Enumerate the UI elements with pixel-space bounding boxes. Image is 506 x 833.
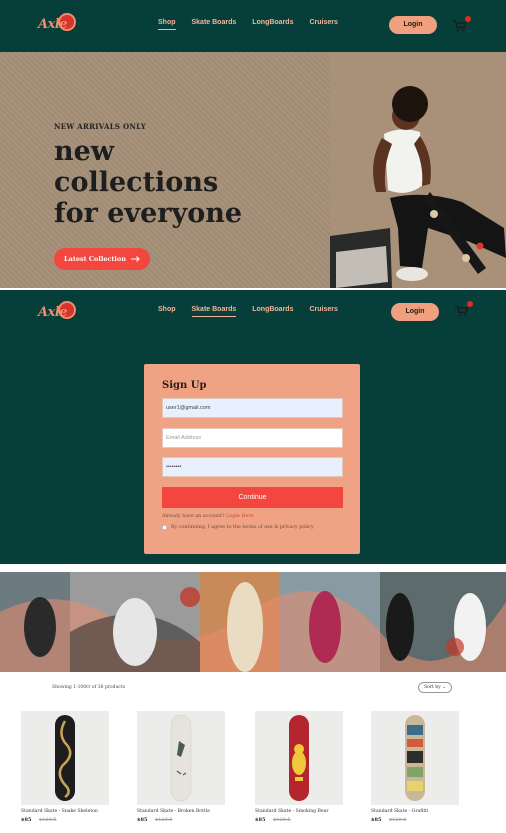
product-card[interactable]: Standard Skate - Snake Skeleton $85 $120…	[21, 711, 109, 823]
brand-logo[interactable]: Axle	[36, 12, 76, 36]
product-name[interactable]: Standard Skate - Broken Bottle	[137, 809, 225, 814]
hero-headline-line: for everyone	[54, 198, 243, 229]
sort-by-button[interactable]: Sort by ⌄	[418, 682, 452, 693]
product-image[interactable]	[137, 711, 225, 805]
email-placeholder: Email Address	[166, 435, 202, 441]
latest-collection-button[interactable]: Latest Collection	[54, 248, 150, 270]
product-prices: $85 $120.5	[21, 817, 109, 823]
product-image[interactable]	[371, 711, 459, 805]
product-card[interactable]: Standard Skate - Smoking Bear $85 $120.5	[255, 711, 343, 823]
account-prompt-text: Already have an account?	[162, 514, 225, 519]
product-old-price: $120.5	[155, 817, 173, 823]
product-name[interactable]: Standard Skate - Smoking Bear	[255, 809, 343, 814]
hero-banner: NEW ARRIVALS ONLY new collections for ev…	[0, 52, 506, 288]
nav-links: Shop Skate Boards LongBoards Cruisers	[158, 306, 338, 317]
product-card[interactable]: Standard Skate - Grafitti $85 $120.5	[371, 711, 459, 823]
product-price: $85	[371, 817, 382, 823]
logo-text: Axle	[38, 305, 68, 320]
username-email-field[interactable]: user1@gmail.com	[162, 398, 343, 418]
login-button[interactable]: Login	[391, 303, 439, 321]
login-button[interactable]: Login	[389, 16, 437, 34]
terms-row: By continuing, I agree to the terms of u…	[162, 525, 314, 530]
product-price: $85	[255, 817, 266, 823]
terms-checkbox[interactable]	[162, 525, 167, 530]
arrow-right-icon	[130, 256, 140, 262]
signup-title: Sign Up	[162, 380, 207, 391]
product-price: $85	[21, 817, 32, 823]
account-prompt: Already have an account? Login Here	[162, 514, 254, 519]
product-prices: $85 $120.5	[371, 817, 459, 823]
nav-link-longboards[interactable]: LongBoards	[252, 306, 293, 317]
nav-link-skate-boards[interactable]: Skate Boards	[191, 306, 237, 317]
logo-text: Axle	[38, 17, 68, 32]
signup-card: Sign Up user1@gmail.com Email Address ••…	[144, 364, 360, 554]
nav-link-skate-boards[interactable]: Skate Boards	[192, 19, 237, 30]
brand-logo[interactable]: Axle	[36, 300, 76, 324]
terms-text: By continuing, I agree to the terms of u…	[171, 525, 314, 530]
hero-eyebrow: NEW ARRIVALS ONLY	[54, 122, 147, 131]
hero-headline-line: collections	[54, 167, 219, 198]
nav-link-cruisers[interactable]: Cruisers	[309, 306, 337, 317]
email-address-field[interactable]: Email Address	[162, 428, 343, 448]
product-image[interactable]	[21, 711, 109, 805]
hero-headline: new collections for everyone	[54, 136, 324, 229]
cart-icon[interactable]	[455, 301, 473, 317]
latest-collection-label: Latest Collection	[64, 255, 126, 263]
sort-by-label: Sort by	[424, 685, 441, 690]
nav-links: Shop Skate Boards LongBoards Cruisers	[158, 19, 338, 30]
cart-icon[interactable]	[453, 16, 471, 32]
nav-link-shop[interactable]: Shop	[158, 306, 176, 317]
product-old-price: $120.5	[273, 817, 291, 823]
login-here-link[interactable]: Login Here	[226, 514, 253, 519]
cart-badge	[467, 301, 473, 307]
cart-badge	[465, 16, 471, 22]
hero-skater-image	[330, 52, 506, 288]
product-old-price: $120.5	[389, 817, 407, 823]
product-price: $85	[137, 817, 148, 823]
nav-link-cruisers[interactable]: Cruisers	[309, 19, 337, 30]
continue-button[interactable]: Continue	[162, 487, 343, 508]
product-card[interactable]: Standard Skate - Broken Bottle $85 $120.…	[137, 711, 225, 823]
product-prices: $85 $120.5	[137, 817, 225, 823]
password-field[interactable]: ••••••••	[162, 457, 343, 477]
product-prices: $85 $120.5	[255, 817, 343, 823]
results-count: Showing 1-100rr of 36 products	[52, 685, 126, 690]
product-name[interactable]: Standard Skate - Grafitti	[371, 809, 459, 814]
product-image[interactable]	[255, 711, 343, 805]
top-navbar: Axle Shop Skate Boards LongBoards Cruise…	[0, 0, 506, 52]
product-name[interactable]: Standard Skate - Snake Skeleton	[21, 809, 109, 814]
nav-link-longboards[interactable]: LongBoards	[252, 19, 293, 30]
secondary-navbar: Axle Shop Skate Boards LongBoards Cruise…	[0, 290, 506, 334]
chevron-down-icon: ⌄	[442, 685, 446, 690]
nav-link-shop[interactable]: Shop	[158, 19, 176, 30]
skate-collage-banner	[0, 572, 506, 672]
hero-headline-line: new	[54, 136, 115, 167]
product-old-price: $120.5	[39, 817, 57, 823]
